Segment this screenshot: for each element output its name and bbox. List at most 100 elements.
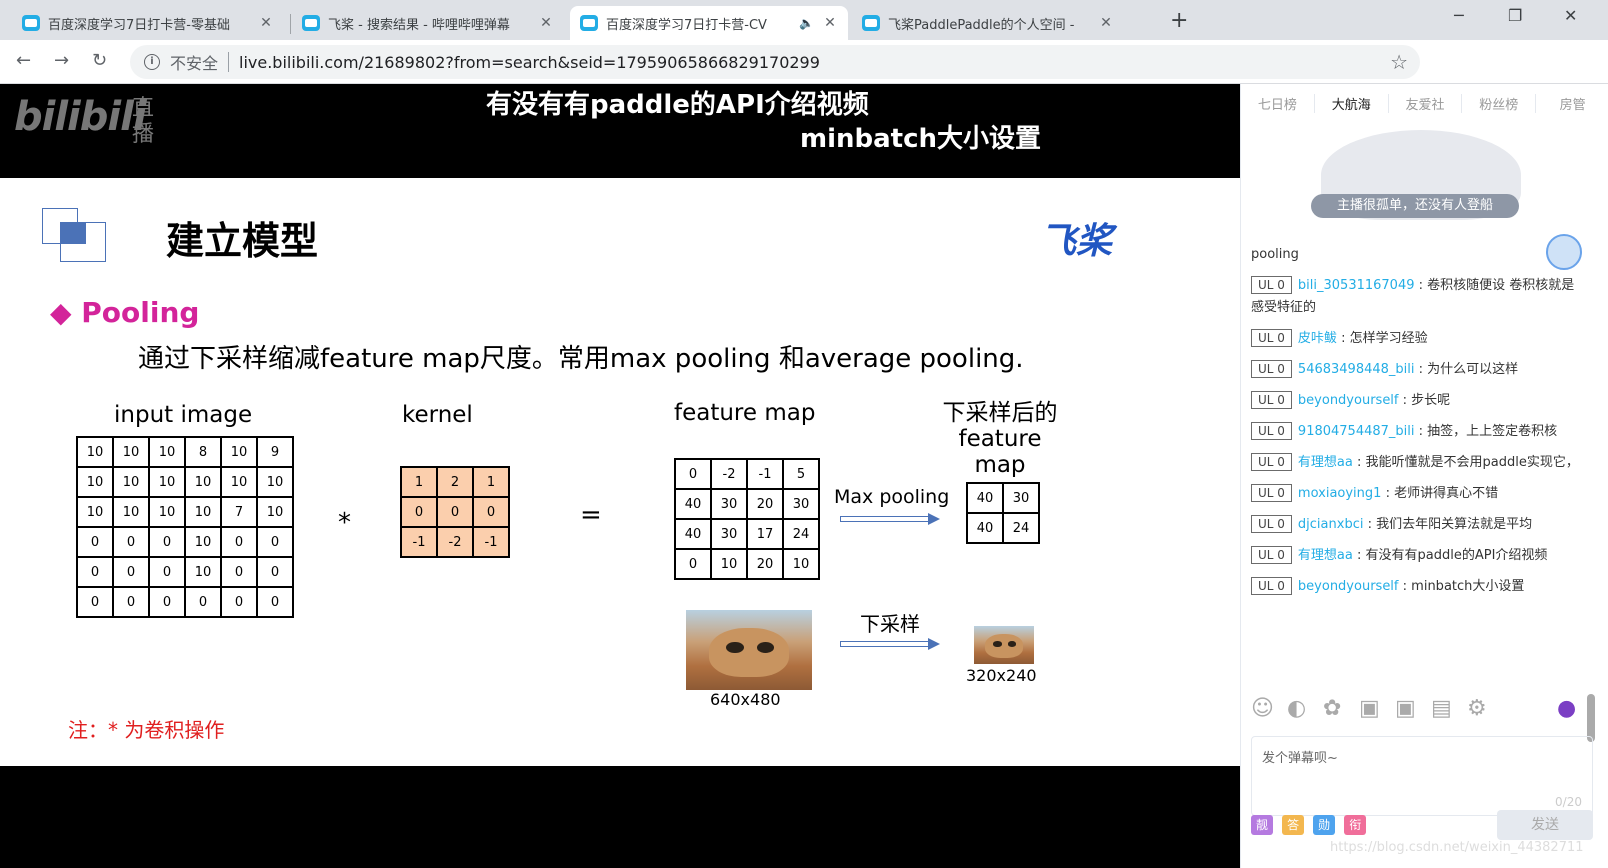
- matrix-row: 40 30 17 24: [674, 518, 820, 550]
- tab-3-active[interactable]: 百度深度学习7日打卡营-CV 🔈 ✕: [570, 6, 848, 40]
- send-button[interactable]: 发送: [1497, 810, 1593, 840]
- section-heading: ◆ Pooling: [50, 296, 200, 329]
- matrix-cell: 40: [966, 512, 1004, 544]
- badge-4[interactable]: 衔: [1344, 815, 1367, 835]
- chat-list[interactable]: pooling UL 0 bili_30531167049 : 卷积核随便设 卷积…: [1251, 244, 1583, 754]
- kernel-matrix: 1 2 1 0 0 0 -1 -2 -1: [400, 466, 510, 558]
- screen-icon[interactable]: ▣: [1359, 696, 1380, 721]
- chat-username[interactable]: djcianxbci: [1298, 517, 1364, 532]
- feature-map-label: feature map: [674, 400, 816, 426]
- chat-text: minbatch大小设置: [1411, 579, 1525, 594]
- url-text[interactable]: live.bilibili.com/21689802?from=search&s…: [239, 53, 820, 72]
- matrix-cell: 9: [256, 436, 294, 468]
- matrix-cell: 0: [400, 496, 438, 528]
- matrix-cell: 2: [436, 466, 474, 498]
- matrix-cell: 0: [112, 556, 150, 588]
- rank-tabs: 七日榜 大航海 友爱社 粉丝榜 房管: [1241, 94, 1608, 113]
- chat-username[interactable]: 54683498448_bili: [1298, 362, 1415, 377]
- chat-username[interactable]: bili_30531167049: [1298, 278, 1415, 293]
- bookmark-star-icon[interactable]: ☆: [1390, 50, 1408, 74]
- close-window-icon[interactable]: ✕: [1564, 6, 1577, 25]
- tab-1[interactable]: 百度深度学习7日打卡营-零基础 ✕: [12, 6, 284, 40]
- matrix-cell: 0: [220, 586, 258, 618]
- close-icon[interactable]: ✕: [822, 15, 838, 31]
- chat-username[interactable]: 有理想aa: [1298, 548, 1353, 563]
- matrix-row: 0 0 0 10 0 0: [76, 526, 294, 558]
- restore-icon[interactable]: ❐: [1508, 6, 1522, 25]
- bilibili-tv-icon: [580, 15, 598, 31]
- new-tab-plus-icon[interactable]: +: [1170, 8, 1188, 33]
- back-arrow-icon[interactable]: ←: [16, 50, 31, 71]
- chat-username[interactable]: 皮咔鲅: [1298, 331, 1337, 346]
- badge-2[interactable]: 答: [1282, 815, 1305, 835]
- tab-2[interactable]: 飞桨 - 搜索结果 - 哔哩哔哩弹幕 ✕: [292, 6, 564, 40]
- emote-pack-icon[interactable]: ●: [1557, 696, 1576, 721]
- chat-username[interactable]: 有理想aa: [1298, 455, 1353, 470]
- close-icon[interactable]: ✕: [258, 15, 274, 31]
- input-matrix: 10 10 10 8 10 9 10 10 10 10 10 10 10 10 10 10 7 10 0 0 0 10 0 0…: [76, 436, 294, 618]
- tab-title: 飞桨 - 搜索结果 - 哔哩哔哩弹幕: [328, 17, 510, 33]
- rank-tab-fanclub[interactable]: 友爱社: [1389, 94, 1463, 113]
- matrix-row: 0 10 20 10: [674, 548, 820, 580]
- close-icon[interactable]: ✕: [1098, 15, 1114, 31]
- matrix-cell: 10: [148, 436, 186, 468]
- minimize-icon[interactable]: ─: [1454, 6, 1464, 25]
- chat-message: pooling: [1251, 244, 1583, 266]
- rank-tab-guard[interactable]: 大航海: [1315, 94, 1389, 113]
- chat-username[interactable]: beyondyourself: [1298, 579, 1399, 594]
- chat-username[interactable]: 91804754487_bili: [1298, 424, 1415, 439]
- downsample-label: 下采样: [860, 612, 920, 636]
- forward-arrow-icon[interactable]: →: [54, 50, 69, 71]
- palette-icon[interactable]: ◐: [1287, 696, 1306, 721]
- tab-4[interactable]: 飞桨PaddlePaddle的个人空间 - ✕: [852, 6, 1124, 40]
- reload-icon[interactable]: ↻: [92, 50, 107, 71]
- empty-caption: 主播很孤单，还没有人登船: [1311, 194, 1519, 218]
- matrix-cell: 0: [76, 586, 114, 618]
- section-description: 通过下采样缩减feature map尺度。常用max pooling 和aver…: [138, 344, 1024, 374]
- user-level-badge: UL 0: [1251, 422, 1292, 440]
- settings-icon[interactable]: ⚙: [1467, 696, 1487, 721]
- footnote: 注：* 为卷积操作: [68, 718, 225, 742]
- edit-icon[interactable]: ▤: [1431, 696, 1452, 721]
- matrix-cell: 0: [220, 556, 258, 588]
- matrix-cell: 10: [256, 496, 294, 528]
- rank-tab-admins[interactable]: 房管: [1536, 94, 1608, 113]
- matrix-cell: -2: [436, 526, 474, 558]
- chat-text: 有没有有paddle的API介绍视频: [1365, 548, 1548, 563]
- bilibili-logo: bilibili: [14, 94, 147, 140]
- matrix-cell: 10: [76, 496, 114, 528]
- matrix-cell: 10: [76, 466, 114, 498]
- chat-text: 抽签，上上签定卷积核: [1427, 424, 1558, 439]
- live-video-player[interactable]: bilibili 直播 有没有有paddle的API介绍视频 minbatch大…: [0, 84, 1240, 868]
- matrix-cell: 10: [220, 436, 258, 468]
- screen-icon[interactable]: ▣: [1395, 696, 1416, 721]
- live-logo-sub: 直播: [132, 96, 155, 147]
- rank-tab-weekly[interactable]: 七日榜: [1241, 94, 1315, 113]
- matrix-cell: 1: [400, 466, 438, 498]
- chat-text: 我们去年阳关算法就是平均: [1376, 517, 1533, 532]
- badge-3[interactable]: 勋: [1313, 815, 1336, 835]
- matrix-cell: 10: [112, 496, 150, 528]
- close-icon[interactable]: ✕: [538, 15, 554, 31]
- badge-row: 靓 答 勋 衔: [1251, 814, 1370, 835]
- matrix-cell: 17: [746, 518, 784, 550]
- address-bar[interactable]: i 不安全 live.bilibili.com/21689802?from=se…: [130, 45, 1420, 79]
- rank-tab-fans[interactable]: 粉丝榜: [1462, 94, 1537, 113]
- gift-icon[interactable]: ✿: [1323, 696, 1341, 721]
- small-size-label: 320x240: [966, 666, 1037, 685]
- slide-title: 建立模型: [166, 219, 319, 263]
- emoji-icon[interactable]: ☺: [1251, 696, 1274, 721]
- info-icon[interactable]: i: [144, 54, 160, 70]
- badge-1[interactable]: 靓: [1251, 815, 1273, 835]
- user-level-badge: UL 0: [1251, 453, 1292, 471]
- chat-scrollbar[interactable]: [1585, 234, 1597, 764]
- matrix-cell: 10: [148, 466, 186, 498]
- matrix-cell: 10: [184, 466, 222, 498]
- matrix-cell: 0: [76, 556, 114, 588]
- speaker-icon[interactable]: 🔈: [799, 16, 814, 30]
- chat-username[interactable]: moxiaoying1: [1298, 486, 1382, 501]
- bilibili-tv-icon: [22, 15, 40, 31]
- danmu-input[interactable]: 发个弹幕呗~ 0/20: [1251, 736, 1593, 816]
- chat-message: UL 0 moxiaoying1 : 老师讲得真心不错: [1251, 483, 1583, 505]
- chat-username[interactable]: beyondyourself: [1298, 393, 1399, 408]
